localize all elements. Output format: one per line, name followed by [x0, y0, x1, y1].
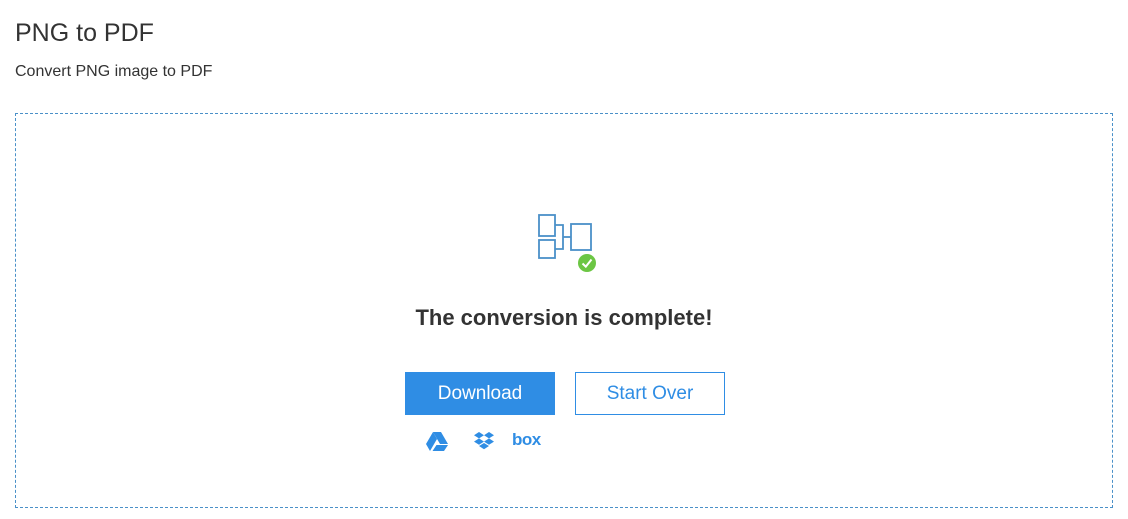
- download-button[interactable]: Download: [405, 372, 555, 415]
- converted-files-icon: [538, 214, 596, 272]
- google-drive-icon[interactable]: [426, 430, 448, 452]
- start-over-button[interactable]: Start Over: [575, 372, 725, 415]
- page-subtitle: Convert PNG image to PDF: [15, 63, 213, 80]
- check-icon: [578, 254, 596, 272]
- dropbox-icon[interactable]: [473, 430, 495, 452]
- conversion-result-area: The conversion is complete! Download Sta…: [15, 113, 1113, 508]
- conversion-status: The conversion is complete!: [415, 305, 713, 330]
- page-title: PNG to PDF: [15, 19, 154, 47]
- box-icon[interactable]: box: [512, 430, 544, 452]
